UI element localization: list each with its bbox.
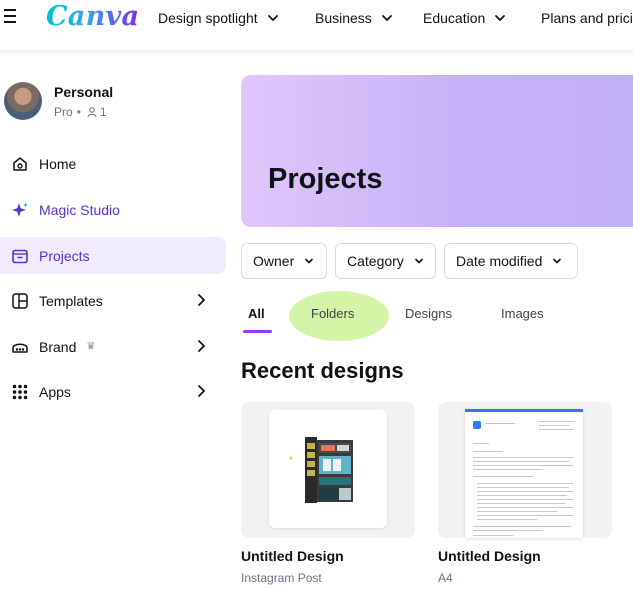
filter-category-dropdown[interactable]: Category [335,243,436,279]
nav-label: Plans and prici [541,10,633,26]
account-details: Pro • 1 [54,105,113,119]
sidebar-item-label: Brand [39,338,77,355]
sidebar-item-apps[interactable]: Apps [0,373,226,410]
sidebar-item-projects[interactable]: Projects [0,237,226,274]
active-tab-indicator [243,330,272,333]
tab-folders[interactable]: Folders [311,306,354,321]
filter-label: Category [347,253,404,269]
nav-label: Business [315,10,372,26]
tab-all[interactable]: All [248,306,265,321]
doc-logo-mark [473,421,481,429]
top-navigation-bar: Canva Design spotlight Business Educatio… [0,0,633,50]
chevron-down-icon [267,15,278,21]
plan-label: Pro [54,105,73,119]
design-preview-graphic [289,437,353,503]
crown-icon: ♛ [86,341,96,352]
canva-logo[interactable]: Canva [46,1,139,32]
member-count: 1 [99,105,107,119]
design-title[interactable]: Untitled Design [438,548,541,564]
person-icon [87,106,97,117]
sidebar-item-label: Magic Studio [39,201,120,218]
filter-date-modified-dropdown[interactable]: Date modified [444,243,578,279]
design-type: A4 [438,571,453,585]
doc-header-bar [465,409,583,412]
tab-images[interactable]: Images [501,306,544,321]
filter-label: Owner [253,253,295,269]
design-card-thumbnail[interactable] [438,402,612,538]
sidebar-item-templates[interactable]: Templates [0,282,226,319]
tab-designs[interactable]: Designs [405,306,452,321]
filter-label: Date modified [456,253,543,269]
page-title: Projects [268,163,383,195]
sidebar-item-label: Apps [39,383,71,400]
sidebar-item-label: Home [39,155,77,172]
chevron-down-icon [495,15,506,21]
sidebar-item-label: Templates [39,292,103,309]
sidebar-item-magic-studio[interactable]: Magic Studio [0,191,226,228]
a4-document-preview [465,409,583,538]
chevron-right-icon [198,340,205,352]
templates-icon [11,292,29,310]
sidebar-item-label: Projects [39,247,90,264]
hamburger-menu-icon[interactable] [4,9,18,25]
folder-icon [11,247,29,265]
chevron-down-icon [305,258,314,264]
nav-label: Design spotlight [158,10,258,26]
avatar [4,82,42,120]
nav-label: Education [423,10,486,26]
brand-icon [11,338,29,356]
sparkle-icon [11,201,29,219]
recent-designs-heading: Recent designs [241,358,404,383]
nav-education[interactable]: Education [423,10,506,26]
chevron-down-icon [553,258,562,264]
apps-grid-icon [11,383,29,401]
chevron-down-icon [415,258,423,264]
projects-hero-banner: Projects [241,75,633,227]
nav-design-spotlight[interactable]: Design spotlight [158,10,279,26]
chevron-down-icon [381,15,392,21]
home-icon [11,155,29,173]
filter-owner-dropdown[interactable]: Owner [241,243,327,279]
chevron-right-icon [198,294,205,306]
account-name: Personal [54,84,114,100]
instagram-post-preview [269,410,387,528]
nav-plans-and-pricing[interactable]: Plans and prici [541,10,633,26]
separator-dot: • [76,105,81,119]
sidebar-item-home[interactable]: Home [0,145,226,182]
design-card-thumbnail[interactable] [241,402,415,538]
chevron-right-icon [198,385,205,397]
account-switcher[interactable]: Personal Pro • 1 [4,82,113,120]
sidebar-item-brand[interactable]: Brand ♛ [0,328,226,365]
design-type: Instagram Post [241,571,322,585]
design-title[interactable]: Untitled Design [241,548,344,564]
topbar-divider [0,50,633,56]
nav-business[interactable]: Business [315,10,393,26]
